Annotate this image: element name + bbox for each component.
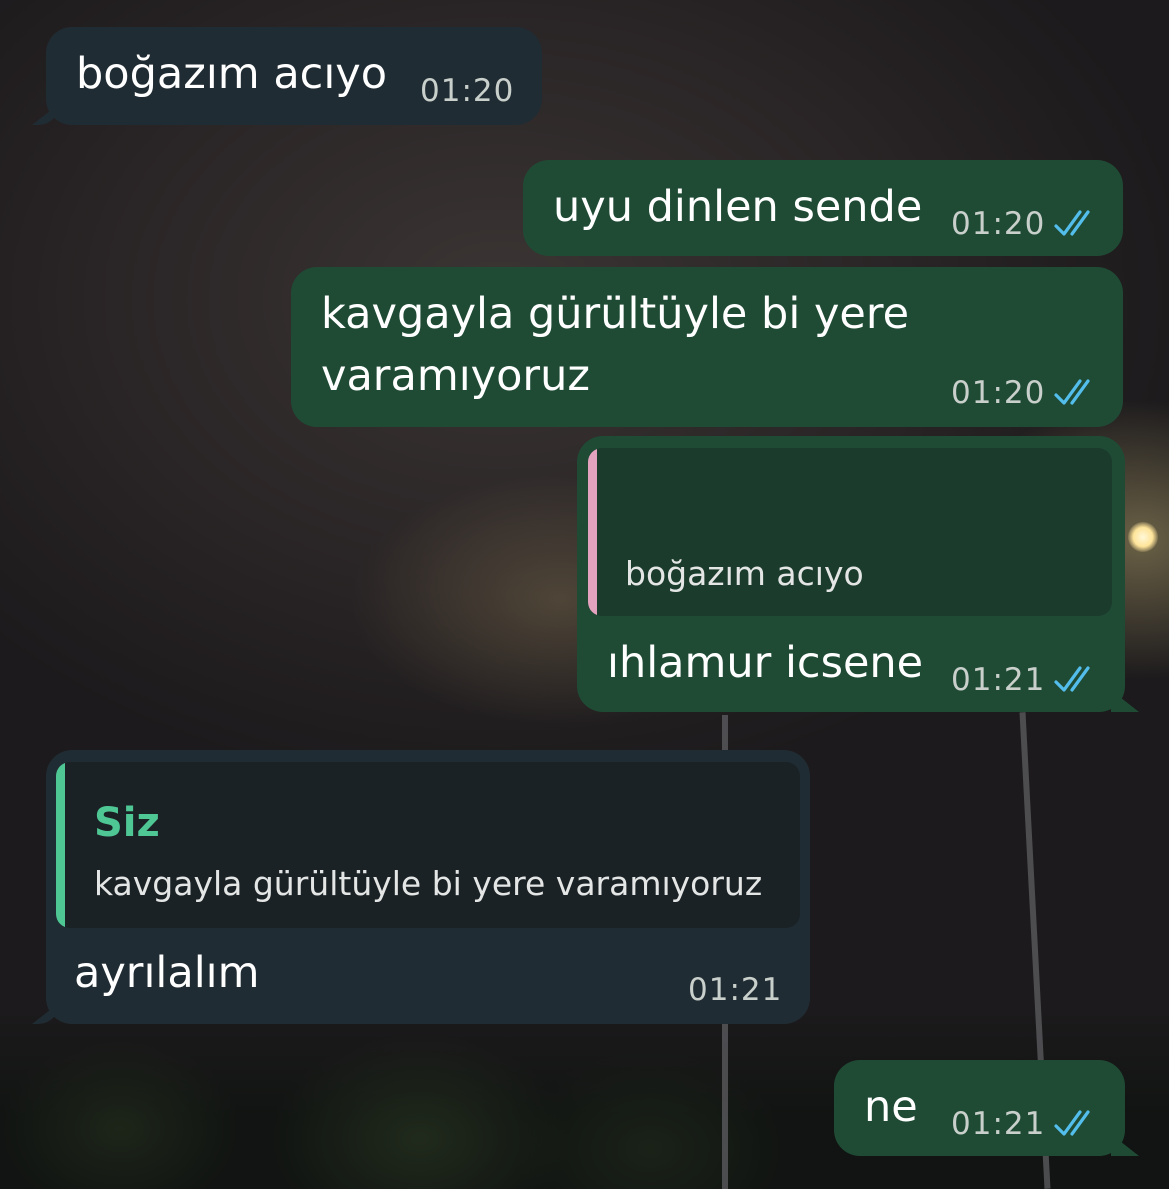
reply-quote[interactable]: Siz kavgayla gürültüyle bi yere varamıyo…: [56, 762, 800, 928]
message-time: 01:21: [688, 972, 783, 1008]
message-bubble-outgoing[interactable]: ne 01:21: [834, 1060, 1125, 1156]
message-text-line: varamıyoruz: [321, 351, 590, 401]
quote-bar: [56, 762, 65, 928]
double-check-icon: [1054, 379, 1090, 405]
message-bubble-outgoing[interactable]: boğazım acıyo ıhlamur icsene 01:21: [577, 436, 1125, 712]
quote-author: Siz: [94, 800, 160, 846]
message-text: ıhlamur icsene: [607, 638, 924, 688]
message-time: 01:21: [951, 662, 1046, 698]
message-bubble-outgoing[interactable]: uyu dinlen sende 01:20: [523, 160, 1123, 256]
message-bubble-outgoing[interactable]: kavgayla gürültüyle bi yere varamıyoruz …: [291, 267, 1123, 427]
message-time: 01:21: [951, 1106, 1046, 1142]
message-text: boğazım acıyo: [76, 49, 388, 99]
message-text-line: kavgayla gürültüyle bi yere: [321, 289, 910, 339]
message-time: 01:20: [951, 206, 1046, 242]
quote-text: boğazım acıyo: [625, 554, 864, 593]
message-text: uyu dinlen sende: [553, 182, 923, 232]
reply-quote[interactable]: boğazım acıyo: [588, 448, 1112, 616]
quote-text: kavgayla gürültüyle bi yere varamıyoruz: [94, 864, 763, 903]
message-text: ayrılalım: [74, 948, 260, 998]
double-check-icon: [1054, 666, 1090, 692]
message-time: 01:20: [420, 73, 515, 109]
double-check-icon: [1054, 210, 1090, 236]
message-time: 01:20: [951, 375, 1046, 411]
message-text: ne: [864, 1082, 918, 1132]
message-bubble-incoming[interactable]: Siz kavgayla gürültüyle bi yere varamıyo…: [46, 750, 810, 1024]
double-check-icon: [1054, 1110, 1090, 1136]
background-street-light: [1128, 522, 1158, 552]
message-bubble-incoming[interactable]: boğazım acıyo 01:20: [46, 27, 542, 125]
quote-bar: [588, 448, 597, 616]
